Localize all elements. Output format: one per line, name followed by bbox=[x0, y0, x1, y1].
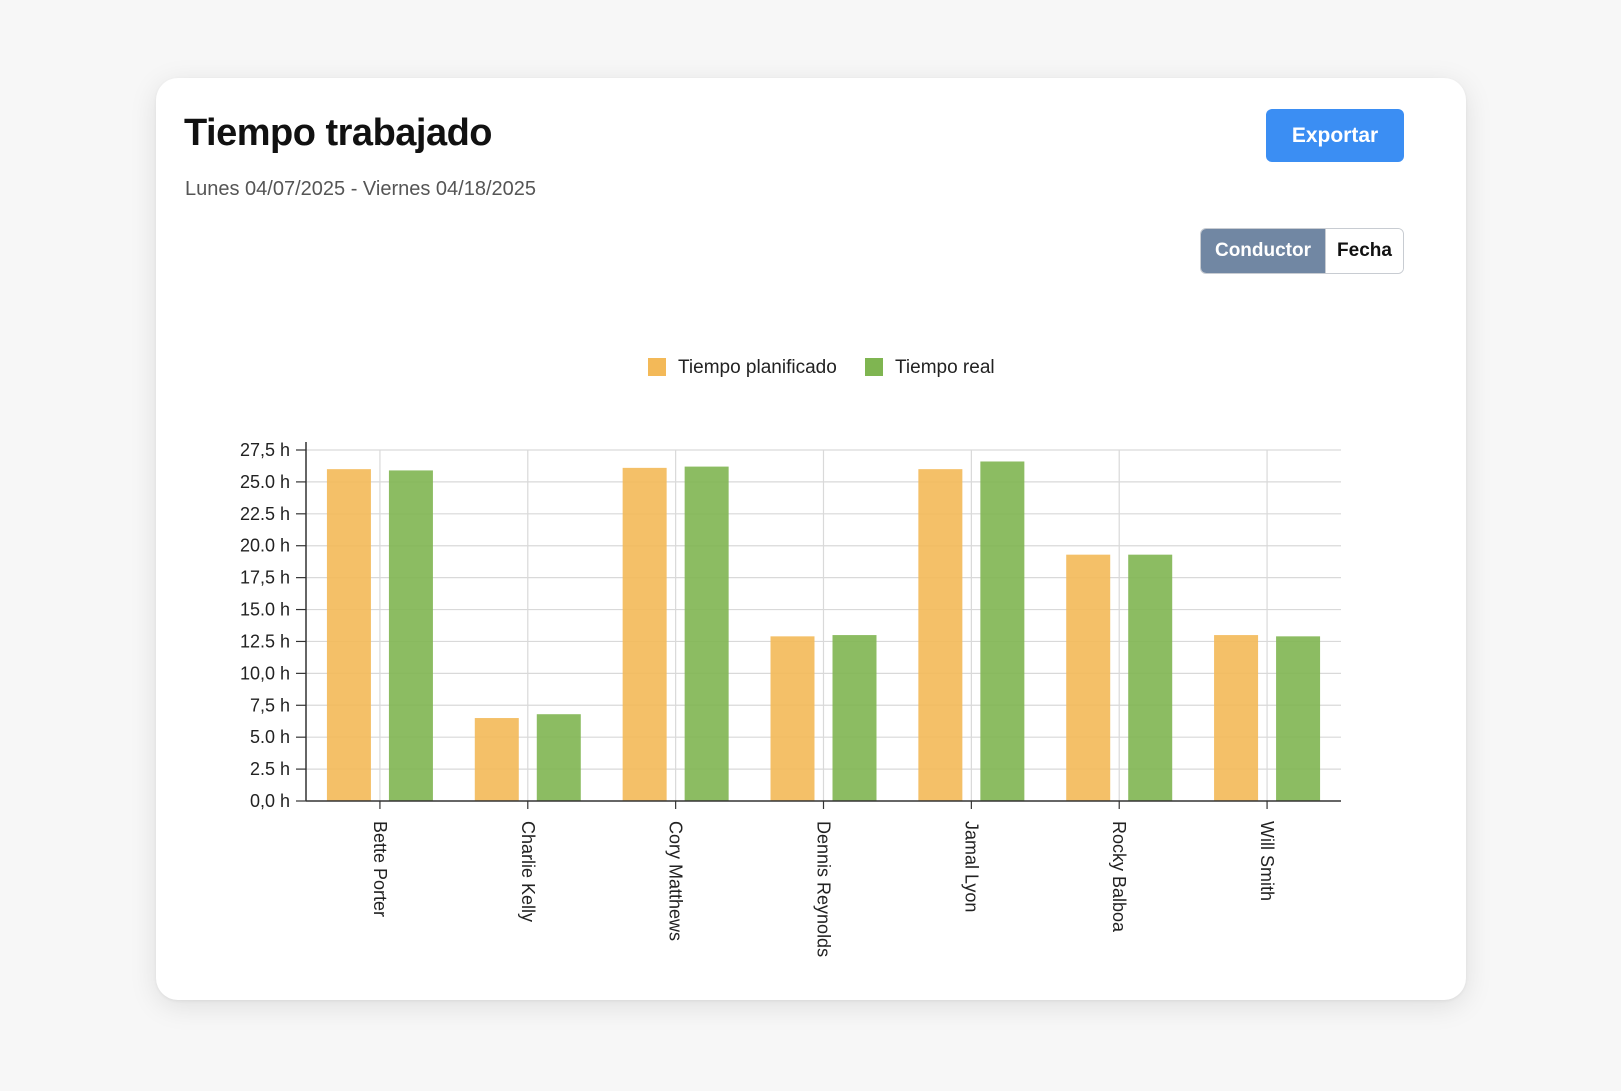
bar-planned-1 bbox=[474, 718, 519, 801]
legend-label-1: Tiempo real bbox=[895, 357, 995, 378]
legend-swatch-0 bbox=[648, 358, 666, 376]
bar-actual-2 bbox=[684, 466, 729, 801]
bar-actual-0 bbox=[388, 470, 433, 801]
bar-actual-4 bbox=[980, 461, 1025, 801]
bar-actual-6 bbox=[1276, 636, 1321, 801]
y-tick-label: 25.0 h bbox=[240, 472, 290, 492]
y-tick-label: 12.5 h bbox=[240, 631, 290, 651]
x-category-label: Will Smith bbox=[1257, 821, 1277, 901]
y-tick-label: 5.0 h bbox=[250, 727, 290, 747]
chart-legend: Tiempo planificado Tiempo real bbox=[648, 357, 995, 378]
bar-actual-3 bbox=[832, 635, 877, 801]
y-tick-label: 17,5 h bbox=[240, 568, 290, 588]
bar-planned-4 bbox=[918, 469, 963, 801]
bar-planned-5 bbox=[1066, 554, 1111, 801]
y-tick-label: 7,5 h bbox=[250, 695, 290, 715]
bar-planned-2 bbox=[622, 467, 667, 801]
y-tick-label: 10,0 h bbox=[240, 663, 290, 683]
x-category-label: Jamal Lyon bbox=[961, 821, 981, 912]
x-category-label: Cory Matthews bbox=[666, 821, 686, 941]
y-tick-label: 27,5 h bbox=[240, 440, 290, 460]
bar-actual-1 bbox=[536, 714, 581, 801]
x-category-label: Charlie Kelly bbox=[518, 821, 538, 922]
y-tick-label: 0,0 h bbox=[250, 791, 290, 811]
x-category-label: Rocky Balboa bbox=[1109, 821, 1129, 933]
y-tick-label: 15.0 h bbox=[240, 600, 290, 620]
y-tick-label: 2.5 h bbox=[250, 759, 290, 779]
bar-actual-5 bbox=[1128, 554, 1173, 801]
chart-card: Tiempo trabajado Lunes 04/07/2025 - Vier… bbox=[156, 78, 1466, 1000]
bar-planned-0 bbox=[326, 469, 371, 801]
legend-label-0: Tiempo planificado bbox=[678, 357, 837, 378]
legend-swatch-1 bbox=[865, 358, 883, 376]
y-tick-label: 22.5 h bbox=[240, 504, 290, 524]
bar-planned-6 bbox=[1214, 635, 1259, 801]
bar-chart: Tiempo planificado Tiempo real 0,0 h 2.5 h 5… bbox=[240, 357, 1341, 957]
x-category-label: Dennis Reynolds bbox=[814, 821, 834, 957]
x-category-label: Bette Porter bbox=[370, 821, 390, 917]
bar-planned-3 bbox=[770, 636, 815, 801]
y-tick-label: 20.0 h bbox=[240, 536, 290, 556]
